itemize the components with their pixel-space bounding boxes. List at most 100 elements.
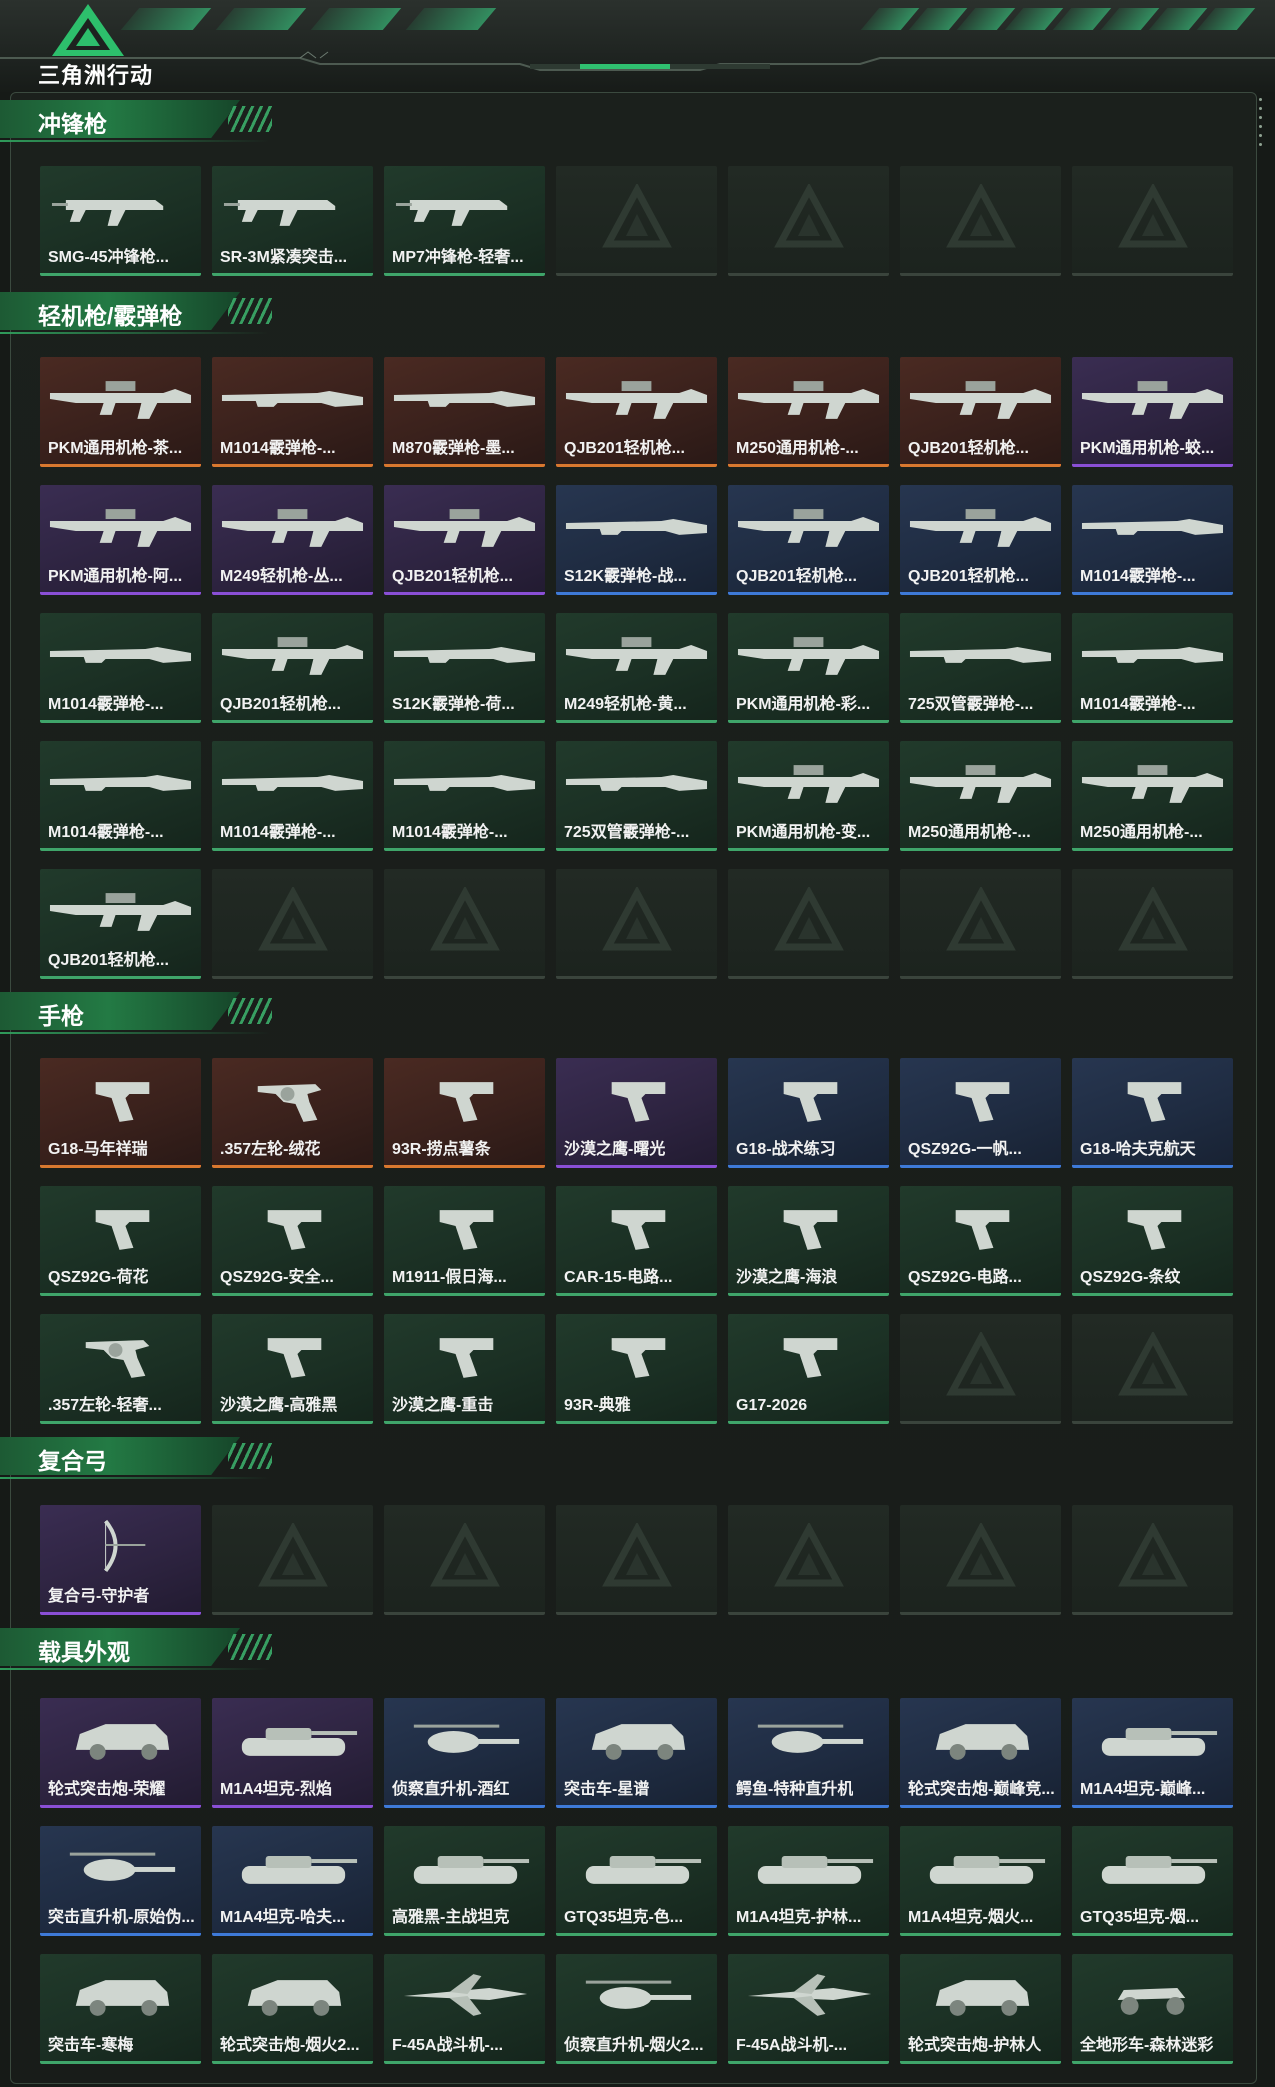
item-card[interactable]: S12K霰弹枪-荷...: [384, 613, 545, 723]
item-card[interactable]: QJB201轻机枪...: [556, 357, 717, 467]
item-card[interactable]: 全地形车-森林迷彩: [1072, 1954, 1233, 2064]
item-name: G18-哈夫克航天: [1080, 1141, 1196, 1158]
item-card[interactable]: 突击车-星谱: [556, 1698, 717, 1808]
item-card[interactable]: M249轻机枪-丛...: [212, 485, 373, 595]
item-card[interactable]: QSZ92G-安全...: [212, 1186, 373, 1296]
section-header: 冲锋枪: [0, 100, 280, 142]
tank-icon: [929, 1856, 1046, 1884]
item-card[interactable]: 侦察直升机-酒红: [384, 1698, 545, 1808]
item-card[interactable]: 725双管霰弹枪-...: [900, 613, 1061, 723]
item-card[interactable]: 高雅黑-主战坦克: [384, 1826, 545, 1936]
item-card[interactable]: M870霰弹枪-墨...: [384, 357, 545, 467]
item-card[interactable]: M1014霰弹枪-...: [212, 741, 373, 851]
item-card[interactable]: M1A4坦克-护林...: [728, 1826, 889, 1936]
item-card[interactable]: M1A4坦克-哈夫...: [212, 1826, 373, 1936]
item-name: M1014霰弹枪-...: [220, 824, 336, 841]
item-card[interactable]: M1911-假日海...: [384, 1186, 545, 1296]
item-card[interactable]: 725双管霰弹枪-...: [556, 741, 717, 851]
section-header-bar: [0, 992, 240, 1030]
item-card[interactable]: M1014霰弹枪-...: [1072, 613, 1233, 723]
item-card[interactable]: F-45A战斗机-...: [728, 1954, 889, 2064]
item-card[interactable]: G18-马年祥瑞: [40, 1058, 201, 1168]
pistol-icon: [611, 1082, 666, 1122]
item-card[interactable]: PKM通用机枪-变...: [728, 741, 889, 851]
item-card[interactable]: SMG-45冲锋枪...: [40, 166, 201, 276]
item-name: M1A4坦克-烈焰: [220, 1781, 333, 1798]
item-card[interactable]: M249轻机枪-黄...: [556, 613, 717, 723]
item-card[interactable]: 93R-捞点薯条: [384, 1058, 545, 1168]
scrollbar[interactable]: [1259, 98, 1263, 154]
item-card[interactable]: QSZ92G-一帆...: [900, 1058, 1061, 1168]
item-card[interactable]: 沙漠之鹰-海浪: [728, 1186, 889, 1296]
item-card[interactable]: G17-2026: [728, 1314, 889, 1424]
item-card[interactable]: S12K霰弹枪-战...: [556, 485, 717, 595]
placeholder-logo-icon: [602, 184, 672, 248]
item-card[interactable]: PKM通用机枪-茶...: [40, 357, 201, 467]
placeholder-logo-icon: [602, 887, 672, 951]
section-header-underline: [0, 140, 270, 142]
item-card[interactable]: 突击直升机-原始伪...: [40, 1826, 201, 1936]
item-name: G18-马年祥瑞: [48, 1141, 148, 1158]
item-name: M1A4坦克-巅峰...: [1080, 1781, 1206, 1798]
item-card[interactable]: 突击车-寒梅: [40, 1954, 201, 2064]
item-card[interactable]: M1A4坦克-烈焰: [212, 1698, 373, 1808]
item-card[interactable]: M1A4坦克-巅峰...: [1072, 1698, 1233, 1808]
item-card[interactable]: QSZ92G-荷花: [40, 1186, 201, 1296]
item-card[interactable]: PKM通用机枪-彩...: [728, 613, 889, 723]
item-card[interactable]: PKM通用机枪-蛟...: [1072, 357, 1233, 467]
empty-slot: [556, 1505, 717, 1615]
item-card[interactable]: 轮式突击炮-烟火2...: [212, 1954, 373, 2064]
item-card[interactable]: GTQ35坦克-烟...: [1072, 1826, 1233, 1936]
machine-gun-icon: [909, 381, 1052, 419]
item-card[interactable]: .357左轮-轻奢...: [40, 1314, 201, 1424]
item-card[interactable]: M1014霰弹枪-...: [40, 613, 201, 723]
item-card[interactable]: 复合弓-守护者: [40, 1505, 201, 1615]
item-card[interactable]: M1014霰弹枪-...: [212, 357, 373, 467]
item-card[interactable]: F-45A战斗机-...: [384, 1954, 545, 2064]
item-name: .357左轮-绒花: [220, 1141, 321, 1158]
item-card[interactable]: QJB201轻机枪...: [40, 869, 201, 979]
item-name: M1014霰弹枪-...: [1080, 568, 1196, 585]
item-card[interactable]: M1A4坦克-烟火...: [900, 1826, 1061, 1936]
item-card[interactable]: QJB201轻机枪...: [728, 485, 889, 595]
item-card[interactable]: M250通用机枪-...: [728, 357, 889, 467]
item-card[interactable]: QJB201轻机枪...: [384, 485, 545, 595]
item-card[interactable]: QJB201轻机枪...: [900, 357, 1061, 467]
pistol-icon: [955, 1082, 1010, 1122]
item-name: 93R-捞点薯条: [392, 1141, 491, 1158]
item-card[interactable]: M250通用机枪-...: [1072, 741, 1233, 851]
item-card[interactable]: QSZ92G-条纹: [1072, 1186, 1233, 1296]
item-card[interactable]: .357左轮-绒花: [212, 1058, 373, 1168]
item-card[interactable]: M1014霰弹枪-...: [40, 741, 201, 851]
item-card[interactable]: M250通用机枪-...: [900, 741, 1061, 851]
item-card[interactable]: M1014霰弹枪-...: [1072, 485, 1233, 595]
item-card[interactable]: 沙漠之鹰-曙光: [556, 1058, 717, 1168]
item-card[interactable]: GTQ35坦克-色...: [556, 1826, 717, 1936]
item-card[interactable]: QJB201轻机枪...: [212, 613, 373, 723]
item-card[interactable]: M1014霰弹枪-...: [384, 741, 545, 851]
item-card[interactable]: QJB201轻机枪...: [900, 485, 1061, 595]
item-card[interactable]: 侦察直升机-烟火2...: [556, 1954, 717, 2064]
item-card[interactable]: 93R-典雅: [556, 1314, 717, 1424]
item-card[interactable]: 轮式突击炮-护林人: [900, 1954, 1061, 2064]
item-card[interactable]: MP7冲锋枪-轻奢...: [384, 166, 545, 276]
item-card[interactable]: 沙漠之鹰-重击: [384, 1314, 545, 1424]
item-card[interactable]: 轮式突击炮-巅峰竞...: [900, 1698, 1061, 1808]
item-card[interactable]: G18-战术练习: [728, 1058, 889, 1168]
shotgun-icon: [1081, 519, 1224, 535]
item-card[interactable]: PKM通用机枪-阿...: [40, 485, 201, 595]
item-card[interactable]: 鳄鱼-特种直升机: [728, 1698, 889, 1808]
item-card[interactable]: 沙漠之鹰-高雅黑: [212, 1314, 373, 1424]
item-card[interactable]: 轮式突击炮-荣耀: [40, 1698, 201, 1808]
pistol-icon: [267, 1338, 322, 1378]
item-card[interactable]: SR-3M紧凑突击...: [212, 166, 373, 276]
placeholder-logo-icon: [946, 184, 1016, 248]
item-name: 突击车-寒梅: [48, 2037, 134, 2054]
item-name: GTQ35坦克-色...: [564, 1909, 684, 1926]
item-card[interactable]: QSZ92G-电路...: [900, 1186, 1061, 1296]
pistol-icon: [95, 1082, 150, 1122]
item-card[interactable]: CAR-15-电路...: [556, 1186, 717, 1296]
item-name: M250通用机枪-...: [908, 824, 1031, 841]
item-name: QJB201轻机枪...: [564, 440, 685, 457]
item-card[interactable]: G18-哈夫克航天: [1072, 1058, 1233, 1168]
